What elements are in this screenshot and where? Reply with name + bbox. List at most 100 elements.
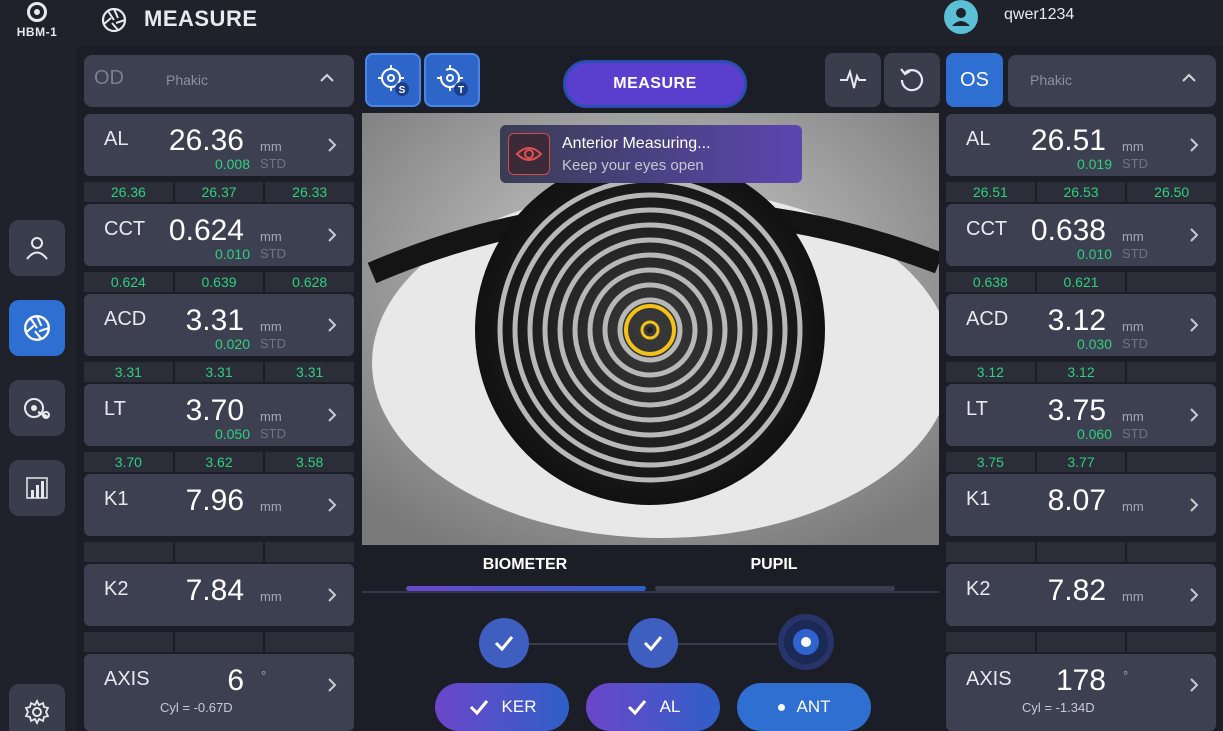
os-lt-card[interactable]: LT 3.75 mm 0.060 STD bbox=[946, 384, 1216, 446]
reset-button[interactable] bbox=[884, 53, 940, 107]
step-al-button[interactable]: AL bbox=[586, 683, 720, 731]
os-al-card[interactable]: AL 26.51 mm 0.019 STD bbox=[946, 114, 1216, 176]
check-icon bbox=[469, 700, 488, 716]
chevron-right-icon[interactable] bbox=[1188, 586, 1200, 609]
device-label: HBM-1 bbox=[16, 25, 58, 39]
chevron-right-icon[interactable] bbox=[326, 496, 338, 519]
os-acd-card[interactable]: ACD 3.12 mm 0.030 STD bbox=[946, 294, 1216, 356]
os-axis-card[interactable]: AXIS 178 ° Cyl = -1.34D bbox=[946, 654, 1216, 731]
step-ant-button[interactable]: ANT bbox=[737, 683, 871, 731]
od-lt-readings: 3.70 3.62 3.58 bbox=[84, 452, 355, 472]
std-value: 0.010 bbox=[214, 246, 250, 262]
chevron-right-icon[interactable] bbox=[326, 226, 338, 249]
reading-value bbox=[1127, 272, 1217, 292]
measure-value: 3.70 bbox=[185, 394, 244, 427]
current-step-dot bbox=[793, 629, 819, 655]
measure-unit: mm bbox=[1122, 499, 1144, 514]
os-header[interactable]: Phakic bbox=[1008, 55, 1216, 107]
reading-value: 3.31 bbox=[265, 362, 355, 382]
std-value: 0.030 bbox=[1076, 336, 1112, 352]
std-label: STD bbox=[1122, 156, 1148, 171]
user-avatar[interactable] bbox=[944, 0, 978, 34]
measure-label: K2 bbox=[966, 578, 991, 600]
reading-value: 3.75 bbox=[946, 452, 1035, 472]
od-header[interactable]: OD Phakic bbox=[84, 55, 354, 107]
os-al-readings: 26.51 26.53 26.50 bbox=[946, 182, 1217, 202]
step-al-indicator bbox=[628, 618, 678, 668]
measure-label: LT bbox=[104, 398, 126, 420]
chevron-up-icon[interactable] bbox=[318, 69, 336, 92]
measure-label: AL bbox=[966, 128, 991, 150]
check-icon bbox=[627, 700, 646, 716]
os-side-badge[interactable]: OS bbox=[946, 53, 1003, 107]
os-lens-select[interactable]: Phakic bbox=[1030, 72, 1072, 88]
bar-chart-icon bbox=[26, 477, 48, 499]
step-ker-indicator bbox=[479, 618, 529, 668]
sidebar-item-patient[interactable] bbox=[9, 220, 65, 276]
cylinder-value: Cyl = -0.67D bbox=[160, 700, 233, 715]
chevron-right-icon[interactable] bbox=[326, 676, 338, 699]
eye-icon bbox=[508, 133, 550, 175]
reading-value: 0.628 bbox=[265, 272, 355, 292]
chevron-right-icon[interactable] bbox=[1188, 316, 1200, 339]
chevron-right-icon[interactable] bbox=[326, 406, 338, 429]
std-label: STD bbox=[1122, 336, 1148, 351]
od-k1-card[interactable]: K1 7.96 mm bbox=[84, 474, 354, 536]
std-value: 0.050 bbox=[214, 426, 250, 442]
check-icon bbox=[494, 636, 514, 652]
os-lt-readings: 3.75 3.77 bbox=[946, 452, 1217, 472]
chevron-up-icon[interactable] bbox=[1180, 69, 1198, 92]
tab-pupil[interactable]: PUPIL bbox=[651, 556, 897, 574]
chevron-right-icon[interactable] bbox=[1188, 676, 1200, 699]
reading-value: 3.31 bbox=[174, 362, 264, 382]
os-k2-card[interactable]: K2 7.82 mm bbox=[946, 564, 1216, 626]
sidebar-item-review[interactable] bbox=[9, 380, 65, 436]
od-k2-card[interactable]: K2 7.84 mm bbox=[84, 564, 354, 626]
os-cct-card[interactable]: CCT 0.638 mm 0.010 STD bbox=[946, 204, 1216, 266]
measure-label: K1 bbox=[966, 488, 991, 510]
measure-value: 26.51 bbox=[1030, 124, 1106, 157]
od-lens-select[interactable]: Phakic bbox=[166, 72, 208, 88]
tab-biometer[interactable]: BIOMETER bbox=[402, 556, 648, 574]
od-axis-card[interactable]: AXIS 6 ° Cyl = -0.67D bbox=[84, 654, 354, 731]
reading-value: 3.12 bbox=[946, 362, 1035, 382]
od-lt-card[interactable]: LT 3.70 mm 0.050 STD bbox=[84, 384, 354, 446]
chevron-right-icon[interactable] bbox=[326, 586, 338, 609]
od-cct-card[interactable]: CCT 0.624 mm 0.010 STD bbox=[84, 204, 354, 266]
od-acd-card[interactable]: ACD 3.31 mm 0.020 STD bbox=[84, 294, 354, 356]
chevron-right-icon[interactable] bbox=[326, 316, 338, 339]
sidebar-item-analysis[interactable] bbox=[9, 460, 65, 516]
step-connector bbox=[677, 643, 777, 645]
chevron-right-icon[interactable] bbox=[326, 136, 338, 159]
measure-unit: ° bbox=[1123, 668, 1129, 683]
chevron-right-icon[interactable] bbox=[1188, 406, 1200, 429]
step-ker-button[interactable]: KER bbox=[435, 683, 569, 731]
measure-unit: mm bbox=[1122, 319, 1144, 334]
od-side-label: OD bbox=[94, 67, 124, 89]
sidebar-item-settings[interactable] bbox=[9, 684, 65, 731]
os-k1-card[interactable]: K1 8.07 mm bbox=[946, 474, 1216, 536]
step-connector bbox=[528, 643, 628, 645]
chevron-right-icon[interactable] bbox=[1188, 136, 1200, 159]
aperture-icon bbox=[100, 6, 128, 39]
chevron-right-icon[interactable] bbox=[1188, 226, 1200, 249]
toast-title: Anterior Measuring... bbox=[562, 135, 711, 152]
sidebar-item-measure[interactable] bbox=[9, 300, 65, 356]
crosshair-rotate-icon: T bbox=[437, 65, 468, 96]
od-al-card[interactable]: AL 26.36 mm 0.008 STD bbox=[84, 114, 354, 176]
measure-unit: mm bbox=[260, 319, 282, 334]
chevron-right-icon[interactable] bbox=[1188, 496, 1200, 519]
os-k2-readings bbox=[946, 632, 1217, 652]
reading-value: 3.58 bbox=[265, 452, 355, 472]
reading-value: 0.621 bbox=[1036, 272, 1126, 292]
measure-button[interactable]: MEASURE bbox=[563, 60, 747, 108]
waveform-button[interactable] bbox=[825, 53, 881, 107]
step-label: AL bbox=[659, 697, 681, 716]
target-s-button[interactable]: S bbox=[365, 53, 421, 107]
dot-icon bbox=[777, 703, 785, 711]
measure-value: 7.84 bbox=[185, 574, 244, 607]
measure-label: ACD bbox=[104, 308, 147, 330]
target-t-button[interactable]: T bbox=[424, 53, 480, 107]
measure-label: CCT bbox=[104, 218, 146, 240]
username[interactable]: qwer1234 bbox=[1004, 6, 1074, 24]
